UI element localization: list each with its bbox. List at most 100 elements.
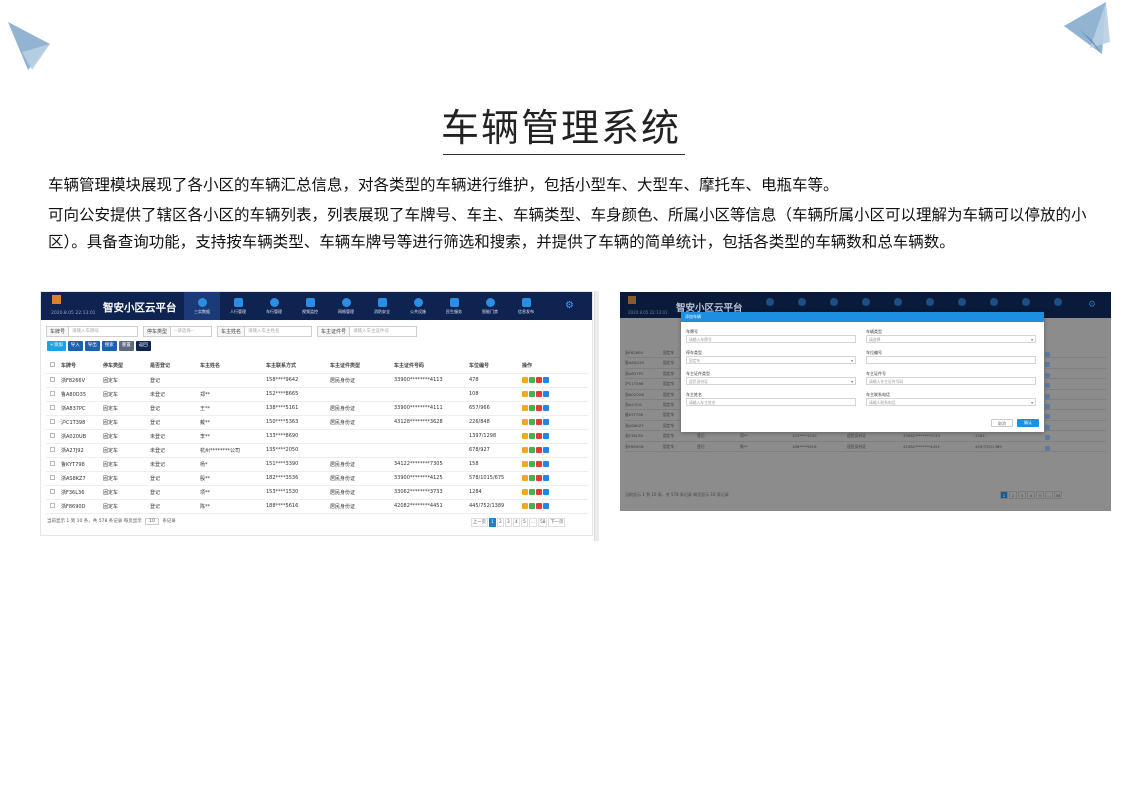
nav-item[interactable]: 公共设施 [400,292,436,320]
table-row[interactable]: 浙F8266V固定车登记 158****9642居民身份证33900*******… [46,373,588,388]
table-row[interactable]: 浙A020UB固定车未登记李**133****8690 1397/1298 [46,429,588,444]
nav-icon[interactable] [766,298,774,306]
page-link[interactable]: 4 [1027,491,1035,499]
toolbar-button[interactable]: 重置 [118,341,134,351]
table-row[interactable]: 浙AS8KZ7固定车登记殷**182****3536居民身份证33900****… [46,471,588,486]
nav-item[interactable]: 信息发布 [508,292,544,320]
page-link[interactable]: 5 [520,518,528,527]
detail-icon[interactable] [543,377,549,383]
page-link[interactable]: ... [528,518,537,527]
field-input[interactable]: 居民身份证 ▾ [686,377,856,385]
nav-item[interactable]: 三实数据 [184,292,220,320]
edit-icon[interactable] [529,503,535,509]
detail-icon[interactable] [1045,445,1050,451]
nav-item[interactable]: 消防安全 [364,292,400,320]
toolbar-button[interactable]: 返回 [135,341,151,351]
nav-icon[interactable] [894,298,902,306]
view-icon[interactable] [522,503,528,509]
detail-icon[interactable] [543,405,549,411]
page-link[interactable]: 58 [538,518,548,527]
nav-icon[interactable] [830,298,838,306]
view-icon[interactable] [522,433,528,439]
delete-icon[interactable] [536,489,542,495]
field-input[interactable]: 请输入车牌号 [686,335,856,343]
field-input[interactable]: 请输入联系电话 ▾ [866,398,1036,406]
edit-icon[interactable] [529,461,535,467]
edit-icon[interactable] [529,475,535,481]
edit-icon[interactable] [529,489,535,495]
row-checkbox[interactable] [46,429,60,444]
page-link[interactable]: 2 [1009,491,1017,499]
table-row[interactable]: 浙F8690D 固定车 登记 陈** 188****5616 居民身份证 42082****… [46,499,588,514]
detail-icon[interactable] [1045,403,1050,409]
row-checkbox[interactable] [46,471,60,486]
gear-icon[interactable]: ⚙ [565,301,575,311]
row-checkbox[interactable] [46,373,60,388]
page-link[interactable]: 3 [504,518,512,527]
edit-icon[interactable] [529,391,535,397]
row-checkbox[interactable] [46,401,60,416]
table-row[interactable]: 鲁KYT798固定车未登记杨*151****3390居民身份证34122****… [46,457,588,472]
nav-icon[interactable] [990,298,998,306]
nav-icon[interactable] [1022,298,1030,306]
cancel-button[interactable]: 取消 [991,419,1013,427]
table-row[interactable]: 鲁A80D35固定车未登记郑**152****8665 108 [46,387,588,402]
row-checkbox[interactable] [46,485,60,500]
edit-icon[interactable] [529,419,535,425]
edit-icon[interactable] [529,405,535,411]
delete-icon[interactable] [536,377,542,383]
filter-input[interactable]: 请输入车主证件号 [349,326,418,337]
page-link[interactable]: 上一页 [471,518,488,527]
detail-icon[interactable] [1045,352,1050,357]
toolbar-button[interactable]: 导入 [67,341,83,351]
detail-icon[interactable] [1045,393,1050,399]
nav-item[interactable]: 车行管理 [256,292,292,320]
nav-item[interactable]: 民生服务 [436,292,472,320]
nav-item[interactable]: 网格管理 [328,292,364,320]
page-link[interactable]: 2 [496,518,504,527]
delete-icon[interactable] [536,503,542,509]
view-icon[interactable] [522,461,528,467]
nav-icon[interactable] [798,298,806,306]
detail-icon[interactable] [543,447,549,453]
delete-icon[interactable] [536,475,542,481]
delete-icon[interactable] [536,405,542,411]
page-link[interactable]: 4 [512,518,520,527]
delete-icon[interactable] [536,433,542,439]
field-input[interactable]: 请输入车主姓名 [686,398,856,406]
field-input[interactable] [866,356,1036,364]
scrollbar[interactable] [594,291,599,541]
filter-input[interactable]: 请输入车牌号 [68,326,139,337]
nav-item[interactable]: 视频监控 [292,292,328,320]
nav-icon[interactable] [926,298,934,306]
detail-icon[interactable] [543,503,549,509]
detail-icon[interactable] [543,475,549,481]
detail-icon[interactable] [1045,414,1050,420]
field-input[interactable]: 固定车 ▾ [686,356,856,364]
detail-icon[interactable] [1045,424,1050,430]
nav-item[interactable]: 人行管理 [220,292,256,320]
row-checkbox[interactable] [46,499,60,514]
toolbar-button[interactable]: +添加 [47,341,66,351]
edit-icon[interactable] [529,377,535,383]
detail-icon[interactable] [1045,435,1050,441]
view-icon[interactable] [522,377,528,383]
row-checkbox[interactable] [46,443,60,458]
view-icon[interactable] [522,475,528,481]
nav-icon[interactable] [862,298,870,306]
confirm-button[interactable]: 确认 [1017,419,1039,427]
table-row[interactable]: 浙F36L36 固定车 登记 项** 153****1530 居民身份证 33062****… [625,431,1106,442]
detail-icon[interactable] [543,419,549,425]
detail-icon[interactable] [1045,383,1050,389]
detail-icon[interactable] [543,391,549,397]
field-input[interactable]: 请输入车主证件号码 [866,377,1036,385]
page-link[interactable]: 3 [1018,491,1026,499]
row-checkbox[interactable] [46,387,60,402]
nav-item[interactable]: 智能门禁 [472,292,508,320]
table-row[interactable]: 浙A837PC固定车登记王**138****5161居民身份证33900****… [46,401,588,416]
page-link[interactable]: 1 [488,518,496,527]
view-icon[interactable] [522,419,528,425]
toolbar-button[interactable]: 导出 [84,341,100,351]
detail-icon[interactable] [543,461,549,467]
table-row[interactable]: 浙A27J92固定车未登记杭州********公司135****2050 678/… [46,443,588,458]
